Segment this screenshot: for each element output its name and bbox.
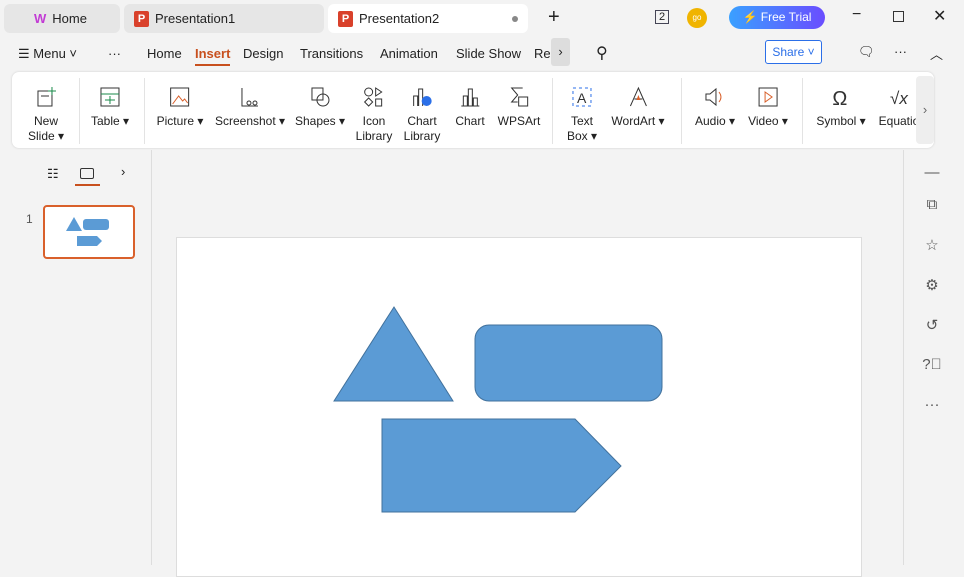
ribbon-label: Video ▾	[748, 114, 788, 128]
shapes-button[interactable]: Shapes ▾	[295, 86, 345, 129]
text-box-button[interactable]: A Text Box ▾	[567, 86, 597, 144]
history-icon[interactable]: ↺	[922, 316, 942, 334]
new-tab-button[interactable]: +	[548, 6, 560, 29]
menu-insert[interactable]: Insert	[195, 46, 231, 66]
share-label: Share	[772, 45, 805, 59]
tab-label: Home	[52, 11, 87, 26]
menu-transitions[interactable]: Transitions	[300, 46, 363, 61]
close-button[interactable]: ✕	[933, 6, 946, 26]
ribbon-label: Icon	[362, 114, 386, 128]
slide-number: 1	[26, 212, 33, 226]
equation-button[interactable]: √x Equatio	[878, 86, 920, 129]
ribbon-label: Chart	[455, 114, 485, 128]
outline-view-icon[interactable]: ☷	[47, 166, 59, 182]
comment-icon[interactable]: 🗨	[858, 44, 875, 60]
triangle-shape[interactable]	[333, 306, 454, 402]
ribbon-label: Audio ▾	[694, 114, 736, 128]
slide-thumbnail[interactable]	[43, 205, 135, 259]
menu-design[interactable]: Design	[243, 46, 283, 61]
menu-slide-show[interactable]: Slide Show	[456, 46, 521, 61]
maximize-button[interactable]	[893, 11, 904, 22]
wps-logo-icon: W	[34, 11, 47, 26]
ribbon-label: Equatio	[878, 114, 920, 128]
more-icon[interactable]: ···	[922, 396, 942, 413]
presentation-icon: P	[134, 10, 149, 27]
svg-text:A: A	[577, 90, 587, 106]
ribbon-label: Chart	[407, 114, 437, 128]
ribbon-label: New	[33, 114, 59, 128]
ribbon-label: Box ▾	[566, 129, 598, 143]
active-view-indicator	[75, 184, 100, 186]
slide-canvas[interactable]	[176, 237, 862, 577]
rounded-rectangle-shape[interactable]	[474, 324, 663, 402]
menu-label: Menu	[33, 46, 66, 61]
more-icon[interactable]: ···	[108, 46, 121, 61]
star-icon[interactable]: ☆	[922, 236, 942, 254]
table-button[interactable]: Table ▾	[91, 86, 129, 129]
tab-label: Presentation2	[359, 11, 440, 26]
avatar[interactable]: go	[687, 8, 707, 28]
tab-presentation2[interactable]: P Presentation2	[328, 4, 528, 33]
svg-text:√x: √x	[890, 89, 908, 108]
ribbon-label: Shapes ▾	[294, 114, 346, 128]
adjust-settings-icon[interactable]: ⚙	[922, 276, 942, 294]
wpsart-button[interactable]: WPSArt	[497, 86, 541, 129]
ribbon-label: Library	[403, 129, 441, 143]
new-slide-button[interactable]: New Slide ▾	[28, 86, 64, 144]
ribbon-label: Table ▾	[90, 114, 130, 128]
ribbon-label: Symbol ▾	[816, 114, 866, 128]
menu-home[interactable]: Home	[147, 46, 182, 61]
ribbon-scroll-right-button[interactable]: ›	[916, 76, 934, 144]
ribbon-label: WPSArt	[497, 114, 541, 128]
slide-panel: ☷ › 1	[0, 150, 152, 565]
audio-button[interactable]: Audio ▾	[695, 86, 735, 129]
chart-button[interactable]: Chart	[455, 86, 485, 129]
menu-button[interactable]: ☰ Menu ˅	[18, 46, 77, 62]
pentagon-arrow-shape[interactable]	[381, 418, 622, 513]
thumbnail-shapes	[66, 217, 109, 246]
help-icon[interactable]: ?⃝	[922, 356, 942, 373]
tab-presentation1[interactable]: P Presentation1	[124, 4, 324, 33]
more-options-icon[interactable]: ···	[894, 44, 907, 59]
icon-library-button[interactable]: Icon Library	[355, 86, 393, 144]
minimize-button[interactable]: −	[852, 6, 861, 24]
symbol-button[interactable]: Ω Symbol ▾	[816, 86, 865, 129]
svg-text:Ω: Ω	[832, 88, 847, 108]
ribbon-label: Slide ▾	[27, 129, 65, 143]
slide-view-icon[interactable]	[80, 168, 94, 179]
slide-transition-icon[interactable]: ⧉	[922, 196, 942, 213]
menu-scroll-right-button[interactable]: ›	[551, 38, 570, 66]
tab-label: Presentation1	[155, 11, 236, 26]
expand-panel-icon[interactable]: ›	[121, 164, 125, 179]
menu-animation[interactable]: Animation	[380, 46, 438, 61]
insert-ribbon: New Slide ▾ Table ▾ Picture ▾ Screenshot …	[12, 72, 934, 148]
ribbon-label: Library	[355, 129, 393, 143]
collapse-sidebar-icon[interactable]: —	[922, 164, 942, 181]
free-trial-label: Free Trial	[760, 10, 812, 24]
unsaved-dot-icon	[512, 15, 518, 22]
ribbon-label: Text	[570, 114, 594, 128]
wordart-button[interactable]: WordArt ▾	[611, 86, 665, 129]
collapse-ribbon-icon[interactable]: ︿	[930, 44, 943, 63]
menu-review[interactable]: Re	[534, 46, 550, 61]
chart-library-button[interactable]: Chart Library	[403, 86, 441, 144]
window-count-badge[interactable]: 2	[655, 10, 670, 24]
free-trial-button[interactable]: ⚡ Free Trial	[729, 6, 825, 29]
screenshot-button[interactable]: Screenshot ▾	[215, 86, 285, 129]
ribbon-label: WordArt ▾	[611, 114, 665, 128]
right-sidebar: — ⧉ ☆ ⚙ ↺ ?⃝ ···	[903, 150, 964, 565]
video-button[interactable]: Video ▾	[748, 86, 788, 129]
ribbon-label: Picture ▾	[156, 114, 204, 128]
picture-button[interactable]: Picture ▾	[156, 86, 204, 129]
share-button[interactable]: Share ˅	[765, 40, 822, 64]
search-icon[interactable]: ⚲	[596, 43, 608, 63]
tab-home[interactable]: W Home	[4, 4, 120, 33]
presentation-icon: P	[338, 10, 353, 27]
ribbon-label: Screenshot ▾	[214, 114, 286, 128]
